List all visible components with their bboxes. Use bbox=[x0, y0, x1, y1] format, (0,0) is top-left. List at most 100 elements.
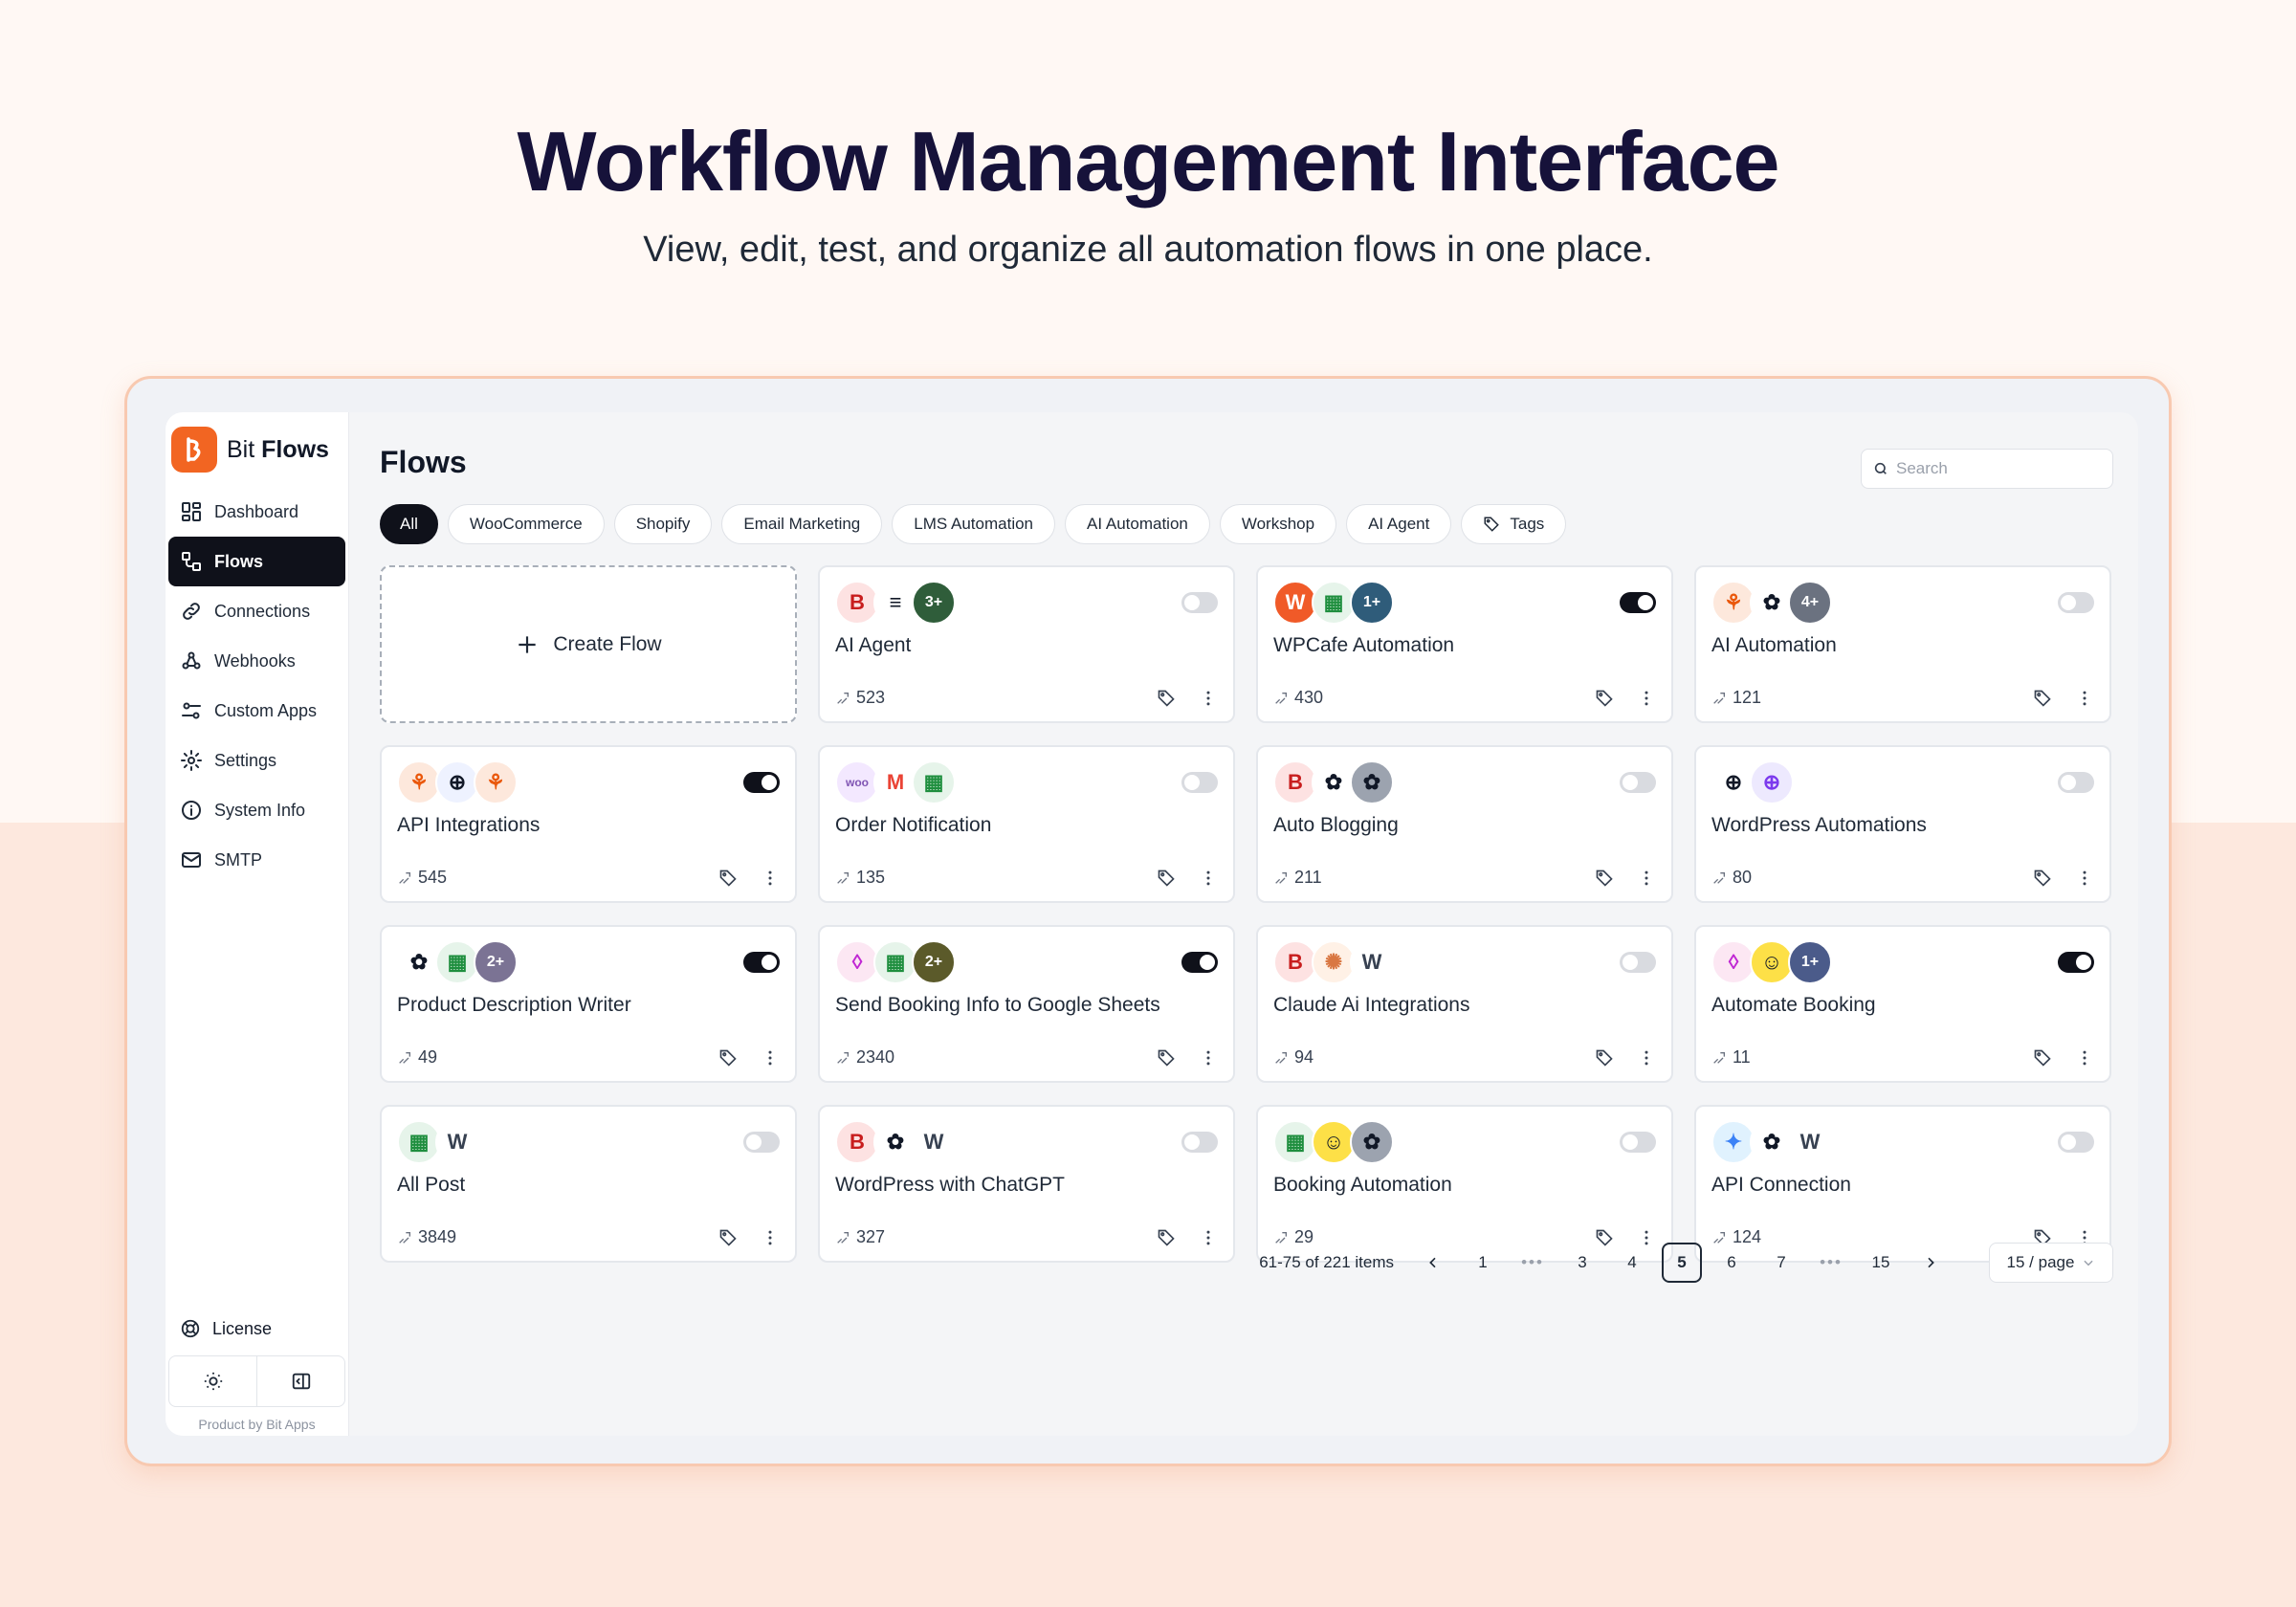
flow-enable-toggle[interactable] bbox=[1181, 952, 1218, 973]
flow-enable-toggle[interactable] bbox=[1181, 592, 1218, 613]
tag-icon[interactable] bbox=[2033, 1048, 2052, 1068]
collapse-sidebar-button[interactable] bbox=[256, 1356, 344, 1406]
tag-icon[interactable] bbox=[718, 1228, 738, 1247]
sidebar-item-license[interactable]: License bbox=[166, 1310, 348, 1348]
flow-card[interactable]: ⚘ ⊕ ⚘ API Integrations 545 bbox=[380, 745, 797, 903]
flow-enable-toggle[interactable] bbox=[1620, 952, 1656, 973]
flow-enable-toggle[interactable] bbox=[1620, 592, 1656, 613]
page-button[interactable]: 4 bbox=[1612, 1243, 1652, 1283]
tab-all[interactable]: All bbox=[380, 504, 438, 544]
flow-card[interactable]: B ✺ W Claude Ai Integrations 94 bbox=[1256, 925, 1673, 1083]
tag-icon[interactable] bbox=[2033, 689, 2052, 708]
more-options-icon[interactable] bbox=[2075, 689, 2094, 708]
tab-shopify[interactable]: Shopify bbox=[613, 504, 713, 544]
page-button[interactable]: 15 bbox=[1861, 1243, 1901, 1283]
tab-ai-automation[interactable]: AI Automation bbox=[1065, 504, 1210, 544]
more-options-icon[interactable] bbox=[2075, 1048, 2094, 1068]
chevron-left-icon bbox=[1429, 1257, 1436, 1268]
flow-enable-toggle[interactable] bbox=[1181, 772, 1218, 793]
flow-enable-toggle[interactable] bbox=[743, 772, 780, 793]
tag-icon[interactable] bbox=[1595, 869, 1614, 888]
flow-card[interactable]: woo M ▦ Order Notification 135 bbox=[818, 745, 1235, 903]
more-options-icon[interactable] bbox=[1199, 869, 1218, 888]
sidebar-item-dashboard[interactable]: Dashboard bbox=[168, 487, 345, 537]
prev-page-button[interactable] bbox=[1413, 1243, 1453, 1283]
sidebar-item-settings[interactable]: Settings bbox=[168, 736, 345, 785]
more-options-icon[interactable] bbox=[2075, 869, 2094, 888]
page-button[interactable]: 5 bbox=[1662, 1243, 1702, 1283]
sidebar-item-custom-apps[interactable]: Custom Apps bbox=[168, 686, 345, 736]
sidebar-item-smtp[interactable]: SMTP bbox=[168, 835, 345, 885]
next-page-button[interactable] bbox=[1910, 1243, 1951, 1283]
flow-card[interactable]: ⚘ ✿ 4+ AI Automation 121 bbox=[1694, 565, 2111, 723]
flow-enable-toggle[interactable] bbox=[1620, 772, 1656, 793]
page-button[interactable]: 6 bbox=[1711, 1243, 1752, 1283]
tab-tags[interactable]: Tags bbox=[1461, 504, 1567, 544]
sidebar-item-system-info[interactable]: System Info bbox=[168, 785, 345, 835]
tab-ai-agent[interactable]: AI Agent bbox=[1346, 504, 1452, 544]
flow-enable-toggle[interactable] bbox=[743, 1132, 780, 1153]
flow-card[interactable]: B ✿ ✿ Auto Blogging 211 bbox=[1256, 745, 1673, 903]
more-options-icon[interactable] bbox=[761, 1048, 780, 1068]
flow-card[interactable]: ✦ ✿ W API Connection 124 bbox=[1694, 1105, 2111, 1263]
sidebar-item-flows[interactable]: Flows bbox=[168, 537, 345, 586]
page-button[interactable]: 3 bbox=[1562, 1243, 1602, 1283]
flow-card[interactable]: W ▦ 1+ WPCafe Automation 430 bbox=[1256, 565, 1673, 723]
pagination-ellipsis[interactable]: ••• bbox=[1811, 1243, 1851, 1283]
more-options-icon[interactable] bbox=[1199, 1228, 1218, 1247]
sidebar-item-connections[interactable]: Connections bbox=[168, 586, 345, 636]
flow-enable-toggle[interactable] bbox=[1620, 1132, 1656, 1153]
flow-card[interactable]: ✿ ▦ 2+ Product Description Writer 49 bbox=[380, 925, 797, 1083]
run-count-value: 545 bbox=[418, 868, 448, 887]
tag-icon[interactable] bbox=[1157, 1048, 1176, 1068]
flow-enable-toggle[interactable] bbox=[1181, 1132, 1218, 1153]
flow-card[interactable]: ◊ ☺ 1+ Automate Booking 11 bbox=[1694, 925, 2111, 1083]
tab-workshop[interactable]: Workshop bbox=[1219, 504, 1337, 544]
flow-card[interactable]: ◊ ▦ 2+ Send Booking Info to Google Sheets 23… bbox=[818, 925, 1235, 1083]
pagination-ellipsis[interactable]: ••• bbox=[1512, 1243, 1553, 1283]
page-button[interactable]: 1 bbox=[1463, 1243, 1503, 1283]
brand-logo[interactable]: Bit Flows bbox=[166, 426, 348, 473]
flow-app-icons: B ✿ W bbox=[835, 1120, 1218, 1164]
sidebar-item-webhooks[interactable]: Webhooks bbox=[168, 636, 345, 686]
search-input[interactable]: Search bbox=[1861, 449, 2113, 489]
tag-icon[interactable] bbox=[718, 869, 738, 888]
flow-card[interactable]: ⊕ ⊕ WordPress Automations 80 bbox=[1694, 745, 2111, 903]
flow-card[interactable]: B ✿ W WordPress with ChatGPT 327 bbox=[818, 1105, 1235, 1263]
page-size-select[interactable]: 15 / page bbox=[1989, 1243, 2113, 1283]
tab-lms-automation[interactable]: LMS Automation bbox=[892, 504, 1056, 544]
more-options-icon[interactable] bbox=[761, 869, 780, 888]
more-options-icon[interactable] bbox=[1199, 689, 1218, 708]
tab-label: Workshop bbox=[1241, 515, 1315, 533]
run-count-icon bbox=[1275, 692, 1287, 704]
wordpress-icon: W bbox=[1350, 940, 1394, 984]
more-options-icon[interactable] bbox=[1199, 1048, 1218, 1068]
tag-icon[interactable] bbox=[1157, 689, 1176, 708]
tag-icon[interactable] bbox=[718, 1048, 738, 1068]
more-options-icon[interactable] bbox=[1637, 689, 1656, 708]
flow-name: Booking Automation bbox=[1273, 1174, 1452, 1196]
tag-icon[interactable] bbox=[1595, 689, 1614, 708]
flow-card[interactable]: B ≡ 3+ AI Agent 523 bbox=[818, 565, 1235, 723]
flow-card[interactable]: ▦ W All Post 3849 bbox=[380, 1105, 797, 1263]
tab-woocommerce[interactable]: WooCommerce bbox=[447, 504, 605, 544]
flow-enable-toggle[interactable] bbox=[2058, 952, 2094, 973]
more-options-icon[interactable] bbox=[761, 1228, 780, 1247]
more-options-icon[interactable] bbox=[1637, 869, 1656, 888]
create-flow-button[interactable]: Create Flow bbox=[380, 565, 797, 723]
theme-toggle-button[interactable] bbox=[169, 1356, 256, 1406]
sidebar: Bit Flows Dashboard Flows Connections Webho… bbox=[166, 412, 349, 1436]
flow-card[interactable]: ▦ ☺ ✿ Booking Automation 29 bbox=[1256, 1105, 1673, 1263]
page-title: Flows bbox=[380, 445, 467, 479]
tag-icon[interactable] bbox=[1157, 1228, 1176, 1247]
page-button[interactable]: 7 bbox=[1761, 1243, 1801, 1283]
flow-enable-toggle[interactable] bbox=[2058, 1132, 2094, 1153]
flow-enable-toggle[interactable] bbox=[2058, 772, 2094, 793]
tag-icon[interactable] bbox=[2033, 869, 2052, 888]
flow-enable-toggle[interactable] bbox=[2058, 592, 2094, 613]
flow-enable-toggle[interactable] bbox=[743, 952, 780, 973]
more-options-icon[interactable] bbox=[1637, 1048, 1656, 1068]
tag-icon[interactable] bbox=[1595, 1048, 1614, 1068]
tab-email-marketing[interactable]: Email Marketing bbox=[721, 504, 883, 544]
tag-icon[interactable] bbox=[1157, 869, 1176, 888]
